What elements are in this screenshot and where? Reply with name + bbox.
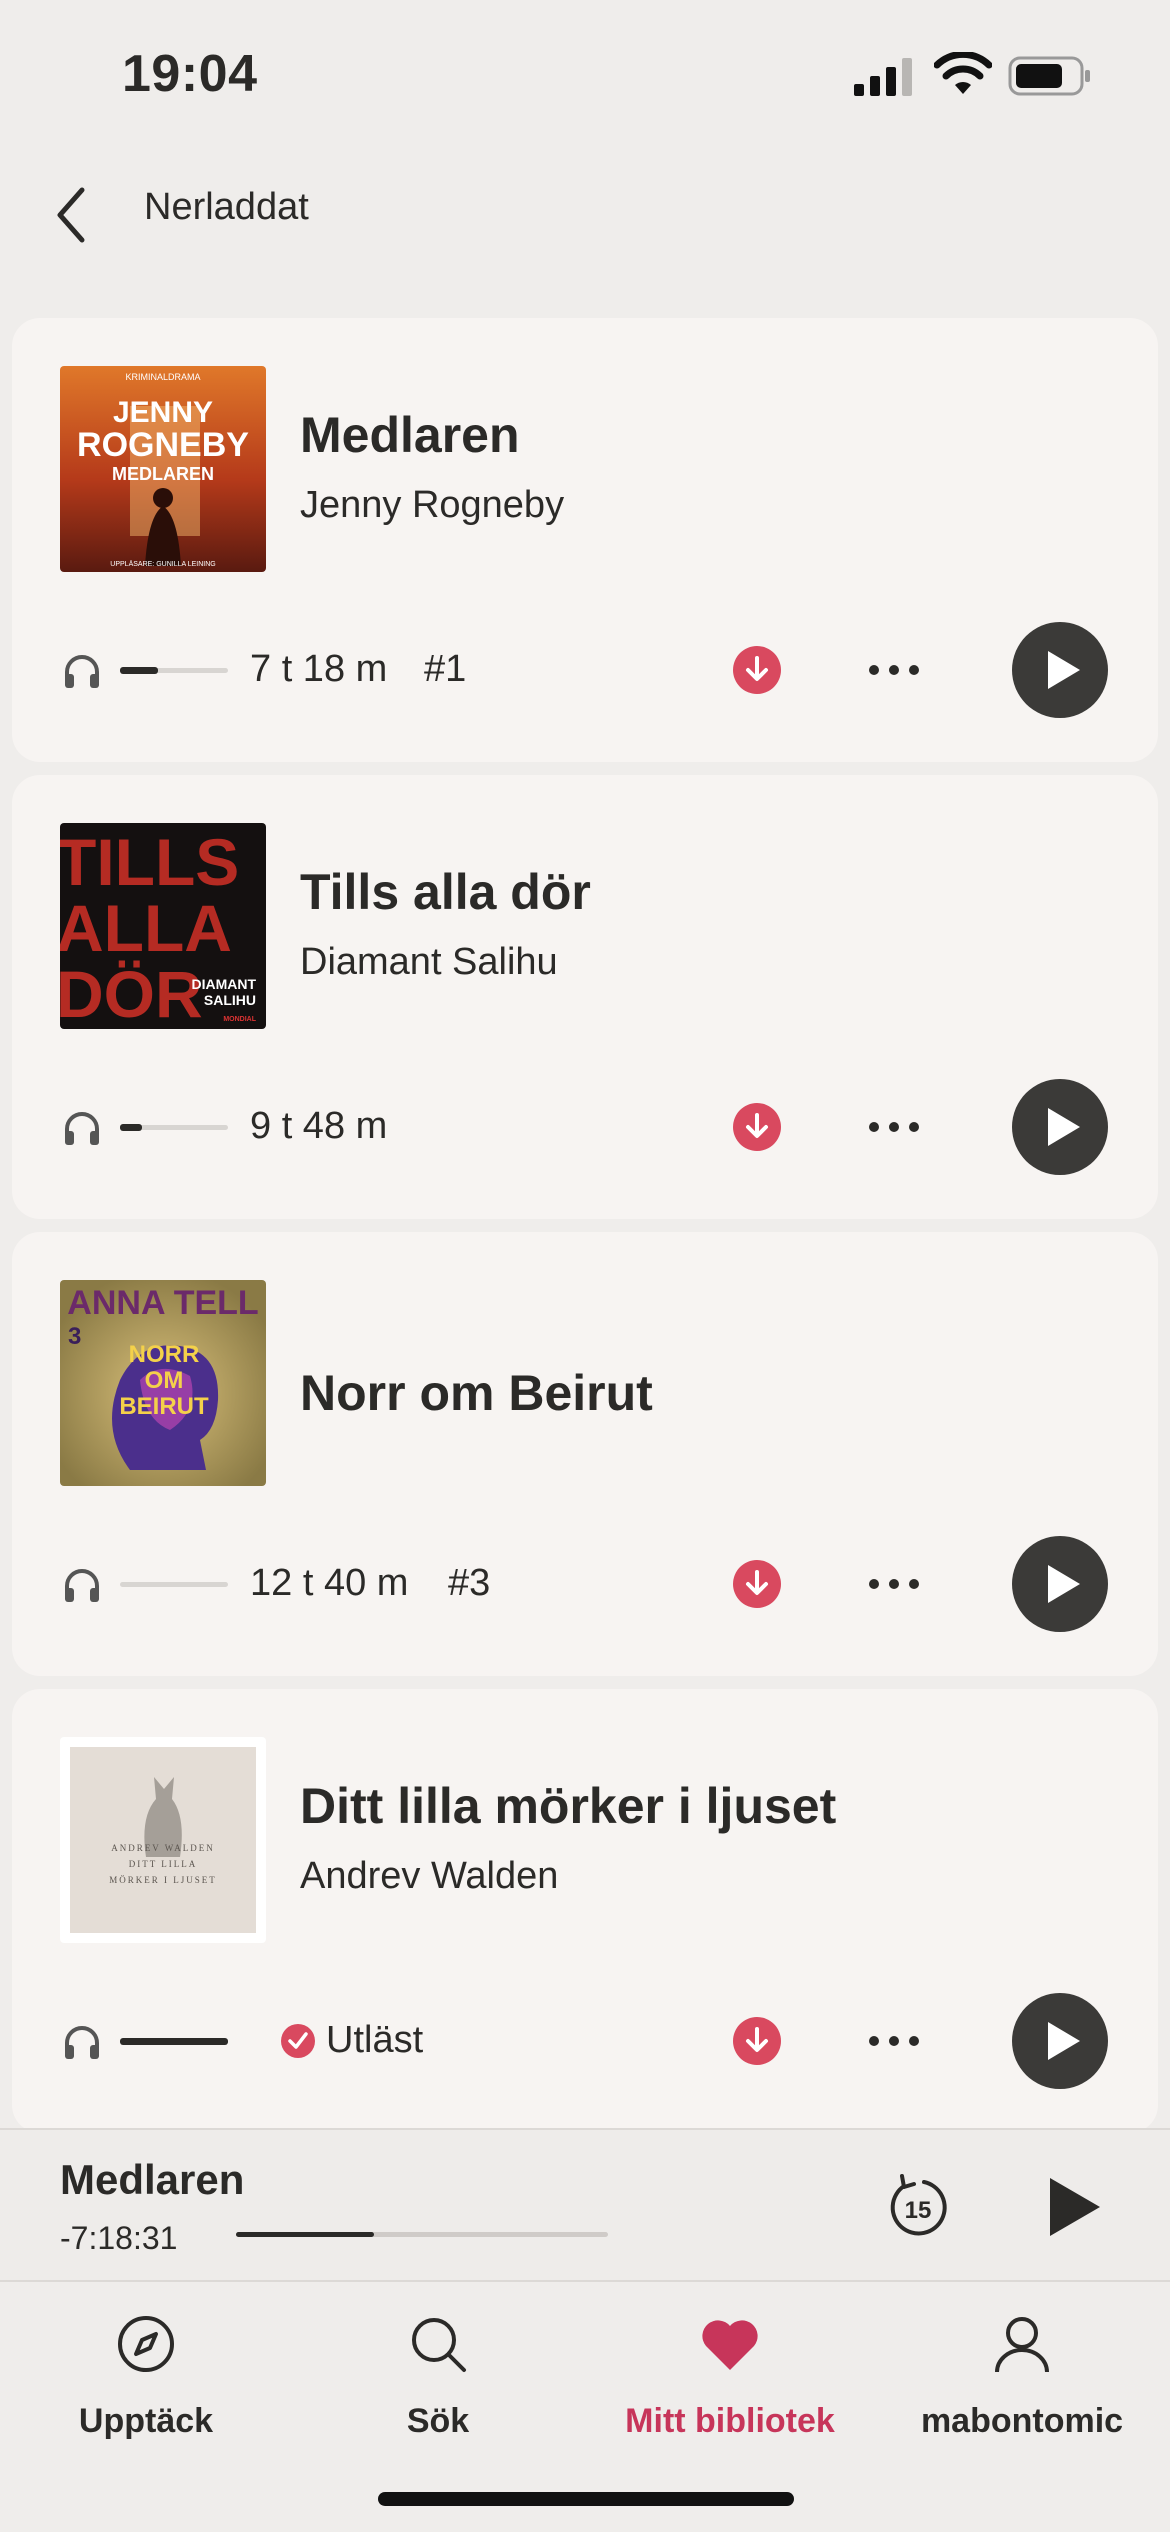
downloaded-icon[interactable]: [732, 1559, 782, 1609]
play-icon: [1048, 651, 1080, 689]
book-author: Diamant Salihu: [300, 941, 558, 983]
book-author: Andrev Walden: [300, 1855, 559, 1897]
cover-text: MÖRKER I LJUSET: [109, 1875, 217, 1885]
listening-progress: [120, 1582, 228, 1587]
play-icon: [1048, 1565, 1080, 1603]
book-card[interactable]: ANNA TELL 3 NORR OM BEIRUT Norr om Beiru…: [12, 1232, 1158, 1676]
cover-text: DITT LILLA: [129, 1859, 198, 1869]
book-title: Norr om Beirut: [300, 1365, 653, 1421]
more-options-icon[interactable]: [864, 1562, 924, 1606]
cover-text: ROGNEBY: [77, 426, 249, 464]
headphones-icon: [65, 655, 99, 688]
listening-progress: [120, 667, 228, 674]
wifi-icon: [934, 52, 992, 94]
book-cover[interactable]: ANDREV WALDEN DITT LILLA MÖRKER I LJUSET: [60, 1737, 266, 1943]
cover-text: JENNY: [113, 396, 213, 429]
cover-text: ALLA: [60, 891, 232, 965]
series-number: #3: [448, 1562, 491, 1604]
headphones-icon: [65, 1112, 99, 1145]
status-bar: 19:04: [0, 0, 1170, 150]
skip-seconds-label: 15: [905, 2197, 932, 2224]
series-number: #1: [424, 648, 467, 690]
book-duration: 9 t 48 m: [250, 1105, 388, 1147]
cover-text: 3: [68, 1323, 81, 1350]
book-list: KRIMINALDRAMA JENNY ROGNEBY MEDLAREN UPP…: [12, 318, 1158, 2146]
play-icon: [1048, 2022, 1080, 2060]
cover-text: NORR: [129, 1341, 200, 1368]
headphones-icon: [65, 2026, 99, 2059]
play-button[interactable]: [1012, 1079, 1108, 1175]
mini-player-progress[interactable]: [236, 2232, 608, 2237]
book-author: Jenny Rogneby: [300, 484, 565, 526]
cellular-signal-icon: [854, 58, 912, 96]
cover-text: ANNA TELL: [67, 1284, 258, 1322]
book-cover[interactable]: KRIMINALDRAMA JENNY ROGNEBY MEDLAREN UPP…: [60, 366, 266, 572]
tab-label: Mitt bibliotek: [625, 2402, 835, 2440]
book-meta: 12 t 40 m #3: [62, 1536, 1112, 1632]
profile-icon: [995, 2317, 1049, 2373]
tab-label: mabontomic: [920, 2402, 1124, 2440]
back-chevron-icon[interactable]: [52, 182, 92, 248]
play-icon: [1048, 1108, 1080, 1146]
book-title: Tills alla dör: [300, 864, 591, 920]
book-card[interactable]: KRIMINALDRAMA JENNY ROGNEBY MEDLAREN UPP…: [12, 318, 1158, 762]
heart-icon: [702, 2320, 758, 2370]
mini-player-remaining: -7:18:31: [60, 2220, 178, 2256]
book-duration: 7 t 18 m: [250, 648, 388, 690]
book-cover[interactable]: TILLS ALLA DÖR DIAMANT SALIHU MONDIAL: [60, 823, 266, 1029]
mini-player-title: Medlaren: [60, 2156, 245, 2203]
cover-text: OM: [145, 1367, 184, 1394]
cover-text: MONDIAL: [223, 1016, 256, 1023]
cover-text: TILLS: [60, 825, 239, 899]
more-options-icon[interactable]: [864, 1105, 924, 1149]
book-meta: Utläst: [62, 1993, 1112, 2089]
tab-discover[interactable]: Upptäck: [0, 2304, 292, 2454]
home-indicator: [378, 2492, 794, 2506]
cover-text: UPPLÄSARE: GUNILLA LEINING: [110, 560, 215, 568]
listening-progress: [120, 1124, 228, 1131]
search-icon: [412, 2318, 466, 2372]
downloaded-icon[interactable]: [732, 645, 782, 695]
cover-text: BEIRUT: [119, 1393, 209, 1420]
play-button[interactable]: [1012, 622, 1108, 718]
mini-player[interactable]: Medlaren -7:18:31 15: [0, 2128, 1170, 2280]
book-meta: 7 t 18 m #1: [62, 622, 1112, 718]
tab-profile[interactable]: mabontomic: [876, 2304, 1168, 2454]
mini-player-play-icon[interactable]: [1044, 2174, 1104, 2240]
play-button[interactable]: [1012, 1536, 1108, 1632]
book-card[interactable]: ANDREV WALDEN DITT LILLA MÖRKER I LJUSET…: [12, 1689, 1158, 2133]
more-options-icon[interactable]: [864, 648, 924, 692]
tab-my-library[interactable]: Mitt bibliotek: [584, 2304, 876, 2454]
status-time: 19:04: [122, 45, 258, 103]
tab-label: Upptäck: [78, 2402, 214, 2440]
book-title: Medlaren: [300, 407, 520, 463]
finished-label: Utläst: [326, 2019, 424, 2061]
cover-text: DÖR: [60, 957, 203, 1029]
skip-back-15-icon[interactable]: 15: [884, 2172, 952, 2244]
header: Nerladdat: [0, 160, 1170, 270]
finished-check-icon: [281, 2024, 315, 2058]
listening-progress: [120, 2038, 228, 2045]
book-title: Ditt lilla mörker i ljuset: [300, 1778, 837, 1834]
book-meta: 9 t 48 m: [62, 1079, 1112, 1175]
cover-text: SALIHU: [204, 992, 256, 1008]
book-cover[interactable]: ANNA TELL 3 NORR OM BEIRUT: [60, 1280, 266, 1486]
downloaded-icon[interactable]: [732, 1102, 782, 1152]
downloaded-icon[interactable]: [732, 2016, 782, 2066]
compass-icon: [118, 2316, 174, 2372]
cover-text: ANDREV WALDEN: [111, 1843, 214, 1853]
cover-text: KRIMINALDRAMA: [125, 372, 200, 382]
tab-search[interactable]: Sök: [292, 2304, 584, 2454]
book-card[interactable]: TILLS ALLA DÖR DIAMANT SALIHU MONDIAL Ti…: [12, 775, 1158, 1219]
cover-text: MEDLAREN: [112, 464, 214, 484]
book-duration: 12 t 40 m: [250, 1562, 409, 1604]
cover-text: DIAMANT: [191, 976, 256, 992]
headphones-icon: [65, 1569, 99, 1602]
page-title: Nerladdat: [144, 186, 309, 228]
play-button[interactable]: [1012, 1993, 1108, 2089]
battery-icon: [1008, 56, 1090, 96]
more-options-icon[interactable]: [864, 2019, 924, 2063]
tab-label: Sök: [406, 2402, 470, 2440]
